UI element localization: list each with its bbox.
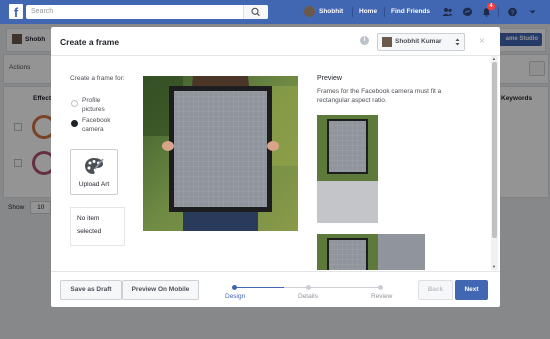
account-menu-chevron-icon[interactable] [527,7,538,17]
messenger-icon[interactable] [462,7,473,17]
camera-preview-image [143,76,298,231]
upload-art-label: Upload Art [78,181,110,188]
scroll-down-arrow-icon[interactable]: ▼ [492,264,496,269]
back-button[interactable]: Back [418,280,453,300]
palette-icon [85,158,104,174]
option-facebook-camera-label[interactable]: Facebook camera [82,117,120,134]
nav-divider [384,7,385,17]
create-for-label: Create a frame for: [70,75,125,82]
step-review-label[interactable]: Review [371,293,392,300]
preview-landscape [317,234,425,270]
scrollbar-thumb[interactable] [492,62,497,238]
scroll-up-arrow-icon[interactable]: ▲ [492,56,496,61]
create-frame-dialog: Create a frame i Shobhit Kumar × Create … [51,27,500,307]
step-design-dot [232,285,237,290]
page-selector-dropdown[interactable]: Shobhit Kumar [377,33,465,51]
upload-art-button[interactable]: Upload Art [70,149,118,195]
preview-portrait [317,115,378,223]
step-details-dot [306,285,311,290]
preview-landscape-image [317,234,425,270]
help-icon[interactable]: ? [507,7,518,17]
friend-requests-icon[interactable] [442,7,453,17]
page-avatar [382,37,392,47]
preview-on-mobile-button[interactable]: Preview On Mobile [122,280,199,300]
page-selector-label: Shobhit Kumar [395,38,442,45]
search-input[interactable]: Search [31,8,53,15]
dialog-header: Create a frame i Shobhit Kumar × [51,27,500,56]
save-as-draft-button[interactable]: Save as Draft [60,280,122,300]
no-item-text: No item selected [77,215,102,235]
frame-canvas-photo[interactable] [143,76,298,231]
nav-divider [498,7,499,17]
dialog-footer: Save as Draft Preview On Mobile Design D… [51,271,500,308]
preview-portrait-image [317,115,378,223]
step-details-label[interactable]: Details [298,293,318,300]
user-avatar[interactable] [304,6,315,17]
preview-title: Preview [317,75,342,82]
profile-link[interactable]: Shobhit [319,8,343,15]
nav-divider [352,7,353,17]
preview-description: Frames for the Facebook camera must fit … [317,88,442,104]
radio-profile-pictures[interactable] [71,100,78,107]
dialog-scrollbar[interactable]: ▲ ▼ [491,56,498,270]
sort-arrows-icon [455,38,460,46]
next-button[interactable]: Next [455,280,488,300]
dialog-body: Create a frame for: Profile pictures Fac… [51,56,500,270]
selected-item-panel: No item selected [70,207,125,246]
notification-badge: 4 [487,3,495,10]
home-link[interactable]: Home [359,8,377,15]
find-friends-link[interactable]: Find Friends [391,8,430,15]
facebook-logo-icon[interactable]: f [9,4,23,20]
radio-facebook-camera[interactable] [71,120,78,127]
svg-text:?: ? [511,9,515,16]
search-button[interactable] [243,5,268,19]
step-design-label[interactable]: Design [225,293,245,300]
close-icon[interactable]: × [479,36,485,47]
search-icon [251,7,260,17]
step-review-dot [378,285,383,290]
search-box[interactable]: Search [26,5,268,19]
option-profile-pictures-label[interactable]: Profile pictures [82,97,120,114]
steps-progress [236,287,284,288]
info-icon[interactable]: i [360,36,369,45]
dialog-title: Create a frame [60,37,120,47]
top-navigation-bar: f Search Shobhit Home Find Friends 4 ? [0,0,550,24]
